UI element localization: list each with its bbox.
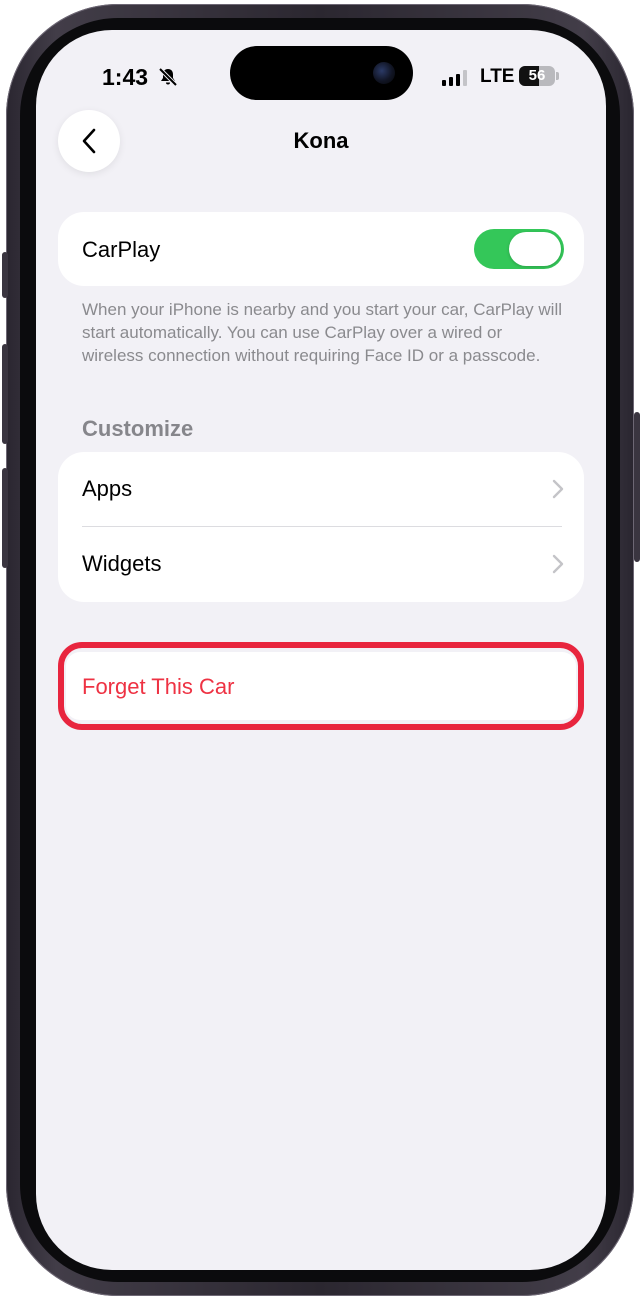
volume-down-button bbox=[2, 468, 8, 568]
battery-icon: 56 bbox=[519, 66, 555, 86]
customize-list: Apps Widgets bbox=[58, 452, 584, 602]
carplay-footnote: When your iPhone is nearby and you start… bbox=[82, 300, 563, 365]
status-time: 1:43 bbox=[102, 64, 149, 90]
chevron-right-icon bbox=[552, 554, 564, 574]
bell-slash-icon bbox=[158, 67, 178, 87]
battery-percent: 56 bbox=[528, 67, 546, 84]
list-item-apps[interactable]: Apps bbox=[58, 452, 584, 527]
page-title: Kona bbox=[293, 128, 349, 153]
action-button bbox=[2, 252, 8, 298]
battery-cap bbox=[556, 72, 559, 80]
carplay-row: CarPlay bbox=[58, 212, 584, 286]
highlight-annotation bbox=[58, 642, 584, 730]
widgets-label: Widgets bbox=[82, 551, 162, 576]
screen: 1:43 LTE 56 Kona CarPlay When your iPhon… bbox=[36, 30, 606, 1270]
network-type: LTE bbox=[480, 66, 515, 87]
apps-label: Apps bbox=[82, 476, 133, 501]
chevron-right-icon bbox=[552, 479, 564, 499]
side-button bbox=[634, 412, 640, 562]
camera-lens-icon bbox=[373, 62, 395, 84]
dynamic-island bbox=[230, 46, 413, 100]
list-item-widgets[interactable]: Widgets bbox=[58, 527, 584, 602]
carplay-label: CarPlay bbox=[82, 237, 161, 262]
volume-up-button bbox=[2, 344, 8, 444]
toggle-knob bbox=[509, 232, 561, 266]
carplay-toggle[interactable] bbox=[474, 229, 564, 269]
cellular-signal-icon bbox=[442, 70, 467, 86]
customize-section-header: Customize bbox=[82, 416, 194, 441]
